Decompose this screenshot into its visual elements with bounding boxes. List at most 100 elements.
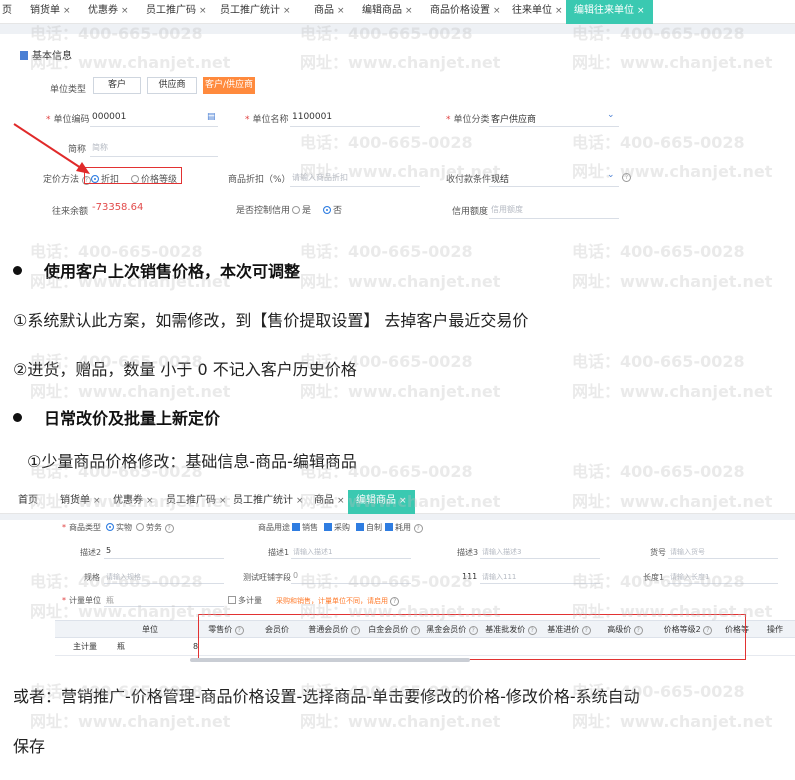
bullet-icon — [13, 266, 22, 275]
multi-unit-checkbox[interactable]: 多计量 — [228, 595, 262, 606]
field-underline — [104, 583, 224, 584]
tab-bar: 首页 销货单 × 优惠券 × 员工推广码 × 员工推广统计 × 商品 × 编辑商品 × — [0, 490, 795, 514]
goods-type-label: * 商品类型 — [62, 522, 101, 533]
use-self-made-checkbox[interactable]: 自制 — [356, 522, 382, 533]
horizontal-scrollbar[interactable] — [190, 658, 470, 662]
length-label: 长度1 — [643, 573, 665, 582]
heading-text: 日常改价及批量上新定价 — [44, 409, 221, 428]
goods-no-input[interactable]: 请输入货号 — [670, 547, 705, 557]
multi-unit-note: 采购和销售，计量单位不同，请启用 ? — [276, 596, 400, 606]
red-arrow-icon — [13, 123, 90, 174]
close-icon[interactable]: × — [93, 496, 101, 506]
tab-label: 商品 — [314, 495, 334, 506]
desc3-label: 描述3 — [457, 548, 479, 557]
required-mark: * — [62, 523, 66, 532]
checkbox-label: 自制 — [366, 523, 382, 532]
desc2-field[interactable]: 5 — [106, 546, 111, 555]
spec-input[interactable]: 请输入规格 — [106, 572, 141, 582]
use-consume-checkbox[interactable]: 耗用 ? — [385, 522, 423, 533]
field-underline — [104, 558, 224, 559]
row-unit: 瓶 — [117, 642, 125, 651]
tab-home[interactable]: 首页 — [18, 490, 38, 514]
heading-text: 使用客户上次销售价格，本次可调整 — [44, 262, 301, 281]
watermark-phone: 电话：400-665-0028 — [572, 462, 745, 481]
spec-label: 规格 — [84, 573, 100, 582]
field-111-label: 111 — [462, 572, 478, 581]
tab-promo-code[interactable]: 员工推广码 × — [166, 490, 227, 514]
bullet-heading-2: 日常改价及批量上新定价 — [13, 405, 220, 429]
close-icon[interactable]: × — [337, 496, 345, 506]
checkbox-label: 多计量 — [238, 596, 262, 605]
help-icon[interactable]: ? — [390, 597, 400, 606]
watermark-site: 网址：www.chanjet.net — [300, 272, 501, 291]
field-underline — [291, 558, 411, 559]
radio-label: 劳务 — [146, 523, 162, 532]
note-text: 采购和销售，计量单位不同，请启用 — [276, 597, 388, 605]
paragraph-1: ①系统默认此方案，如需修改，到【售价提取设置】 去掉客户最近交易价 — [13, 311, 529, 330]
help-icon[interactable]: ? — [413, 524, 423, 533]
desc1-input[interactable]: 请输入描述1 — [293, 547, 332, 557]
watermark-site: 网址：www.chanjet.net — [30, 382, 231, 401]
bullet-icon — [13, 413, 22, 422]
watermark-site: 网址：www.chanjet.net — [300, 382, 501, 401]
checkbox-label: 耗用 — [395, 523, 411, 532]
paragraph-3: ①少量商品价格修改：基础信息-商品-编辑商品 — [27, 452, 357, 471]
length-input[interactable]: 请输入长度1 — [670, 572, 709, 582]
close-icon[interactable]: × — [146, 496, 154, 506]
help-icon[interactable]: ? — [164, 524, 174, 533]
type-physical-radio[interactable]: 实物 — [106, 522, 132, 533]
watermark-phone: 电话：400-665-0028 — [572, 352, 745, 371]
tab-label: 优惠券 — [113, 495, 143, 506]
close-icon[interactable]: × — [399, 496, 407, 506]
radio-label: 实物 — [116, 523, 132, 532]
type-service-radio[interactable]: 劳务 ? — [136, 522, 174, 533]
col-unit: 单位 — [142, 625, 158, 634]
test-field-label: 测试旺铺字段 — [243, 573, 291, 582]
paragraph-5: 保存 — [13, 737, 46, 756]
tab-goods[interactable]: 商品 × — [314, 490, 345, 514]
tab-sales-order[interactable]: 销货单 × — [60, 490, 101, 514]
use-purchase-checkbox[interactable]: 采购 — [324, 522, 350, 533]
field-underline — [668, 558, 778, 559]
tab-promo-stats[interactable]: 员工推广统计 × — [233, 490, 304, 514]
close-icon[interactable]: × — [219, 496, 227, 506]
watermark-site: 网址：www.chanjet.net — [572, 272, 773, 291]
goods-use-label: 商品用途 — [258, 523, 290, 532]
tab-edit-goods[interactable]: 编辑商品 × — [348, 490, 415, 514]
row-name: 主计量 — [73, 642, 97, 651]
watermark-phone: 电话：400-665-0028 — [572, 242, 745, 261]
tab-label: 首页 — [18, 495, 38, 506]
field-underline — [668, 583, 778, 584]
close-icon[interactable]: × — [296, 496, 304, 506]
paragraph-4: 或者：营销推广-价格管理-商品价格设置-选择商品-单击要修改的价格-修改价格-系… — [13, 687, 640, 706]
required-mark: * — [62, 596, 66, 605]
bullet-heading-1: 使用客户上次销售价格，本次可调整 — [13, 258, 300, 282]
field-underline — [480, 583, 600, 584]
unit-select[interactable]: 瓶 — [106, 595, 114, 606]
section-divider — [0, 514, 795, 520]
customer-edit-screenshot: 页 销货单 × 优惠券 × 员工推广码 × 员工推广统计 × 商品 × 编辑商品 × 商品价… — [0, 0, 795, 230]
desc2-label: 描述2 — [80, 548, 102, 557]
use-sale-checkbox[interactable]: 销售 — [292, 522, 318, 533]
checkbox-checked-icon — [385, 523, 393, 531]
tab-label: 员工推广码 — [166, 495, 216, 506]
goods-no-label: 货号 — [650, 548, 666, 557]
tab-label: 员工推广统计 — [233, 495, 293, 506]
watermark-phone: 电话：400-665-0028 — [300, 242, 473, 261]
desc3-input[interactable]: 请输入描述3 — [482, 547, 521, 557]
checkbox-checked-icon — [356, 523, 364, 531]
tab-coupon[interactable]: 优惠券 × — [113, 490, 154, 514]
unit-label: * 计量单位 — [62, 595, 101, 606]
paragraph-2: ②进货，赠品，数量 小于 0 不记入客户历史价格 — [13, 360, 357, 379]
watermark-site: 网址：www.chanjet.net — [572, 382, 773, 401]
unit-label-text: 计量单位 — [69, 596, 101, 605]
watermark-site: 网址：www.chanjet.net — [572, 712, 773, 731]
tab-label: 销货单 — [60, 495, 90, 506]
field-111-input[interactable]: 请输入111 — [482, 572, 516, 582]
tab-label: 编辑商品 — [356, 495, 396, 506]
field-underline — [104, 606, 224, 607]
highlight-box — [198, 614, 746, 660]
radio-icon — [136, 523, 144, 531]
checkbox-checked-icon — [324, 523, 332, 531]
test-field-input[interactable]: 0 — [293, 571, 298, 580]
